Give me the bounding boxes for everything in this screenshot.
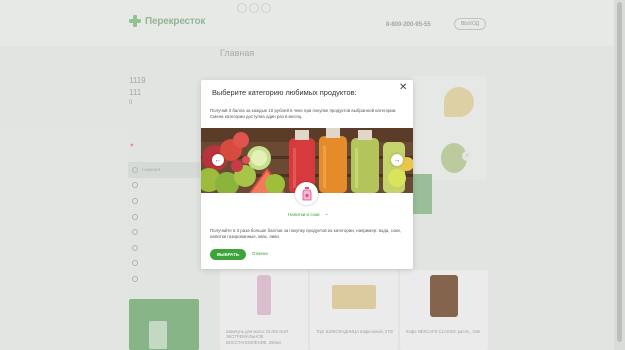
cancel-button[interactable]: Отмена xyxy=(252,251,268,256)
close-icon[interactable]: ✕ xyxy=(399,83,407,93)
modal-description: Получай 3 балла за каждые 10 рублей в че… xyxy=(210,108,397,120)
juice-bottle-icon xyxy=(302,186,311,200)
modal-title: Выберите категорию любимых продуктов: xyxy=(212,88,357,97)
banner-next-button[interactable]: → xyxy=(391,154,403,166)
category-description: Получайте в 3 раза больше баллов за поку… xyxy=(210,228,401,240)
choose-button[interactable]: ВЫБРАТЬ xyxy=(210,249,246,260)
category-modal: Выберите категорию любимых продуктов: ✕ … xyxy=(201,80,413,269)
category-dropdown[interactable]: Напитки и соки ⌄ xyxy=(288,211,329,217)
category-icon-button[interactable] xyxy=(295,182,318,205)
chevron-down-icon: ⌄ xyxy=(324,211,329,217)
banner-prev-button[interactable]: ← xyxy=(212,154,224,166)
category-label: Напитки и соки xyxy=(288,211,320,217)
